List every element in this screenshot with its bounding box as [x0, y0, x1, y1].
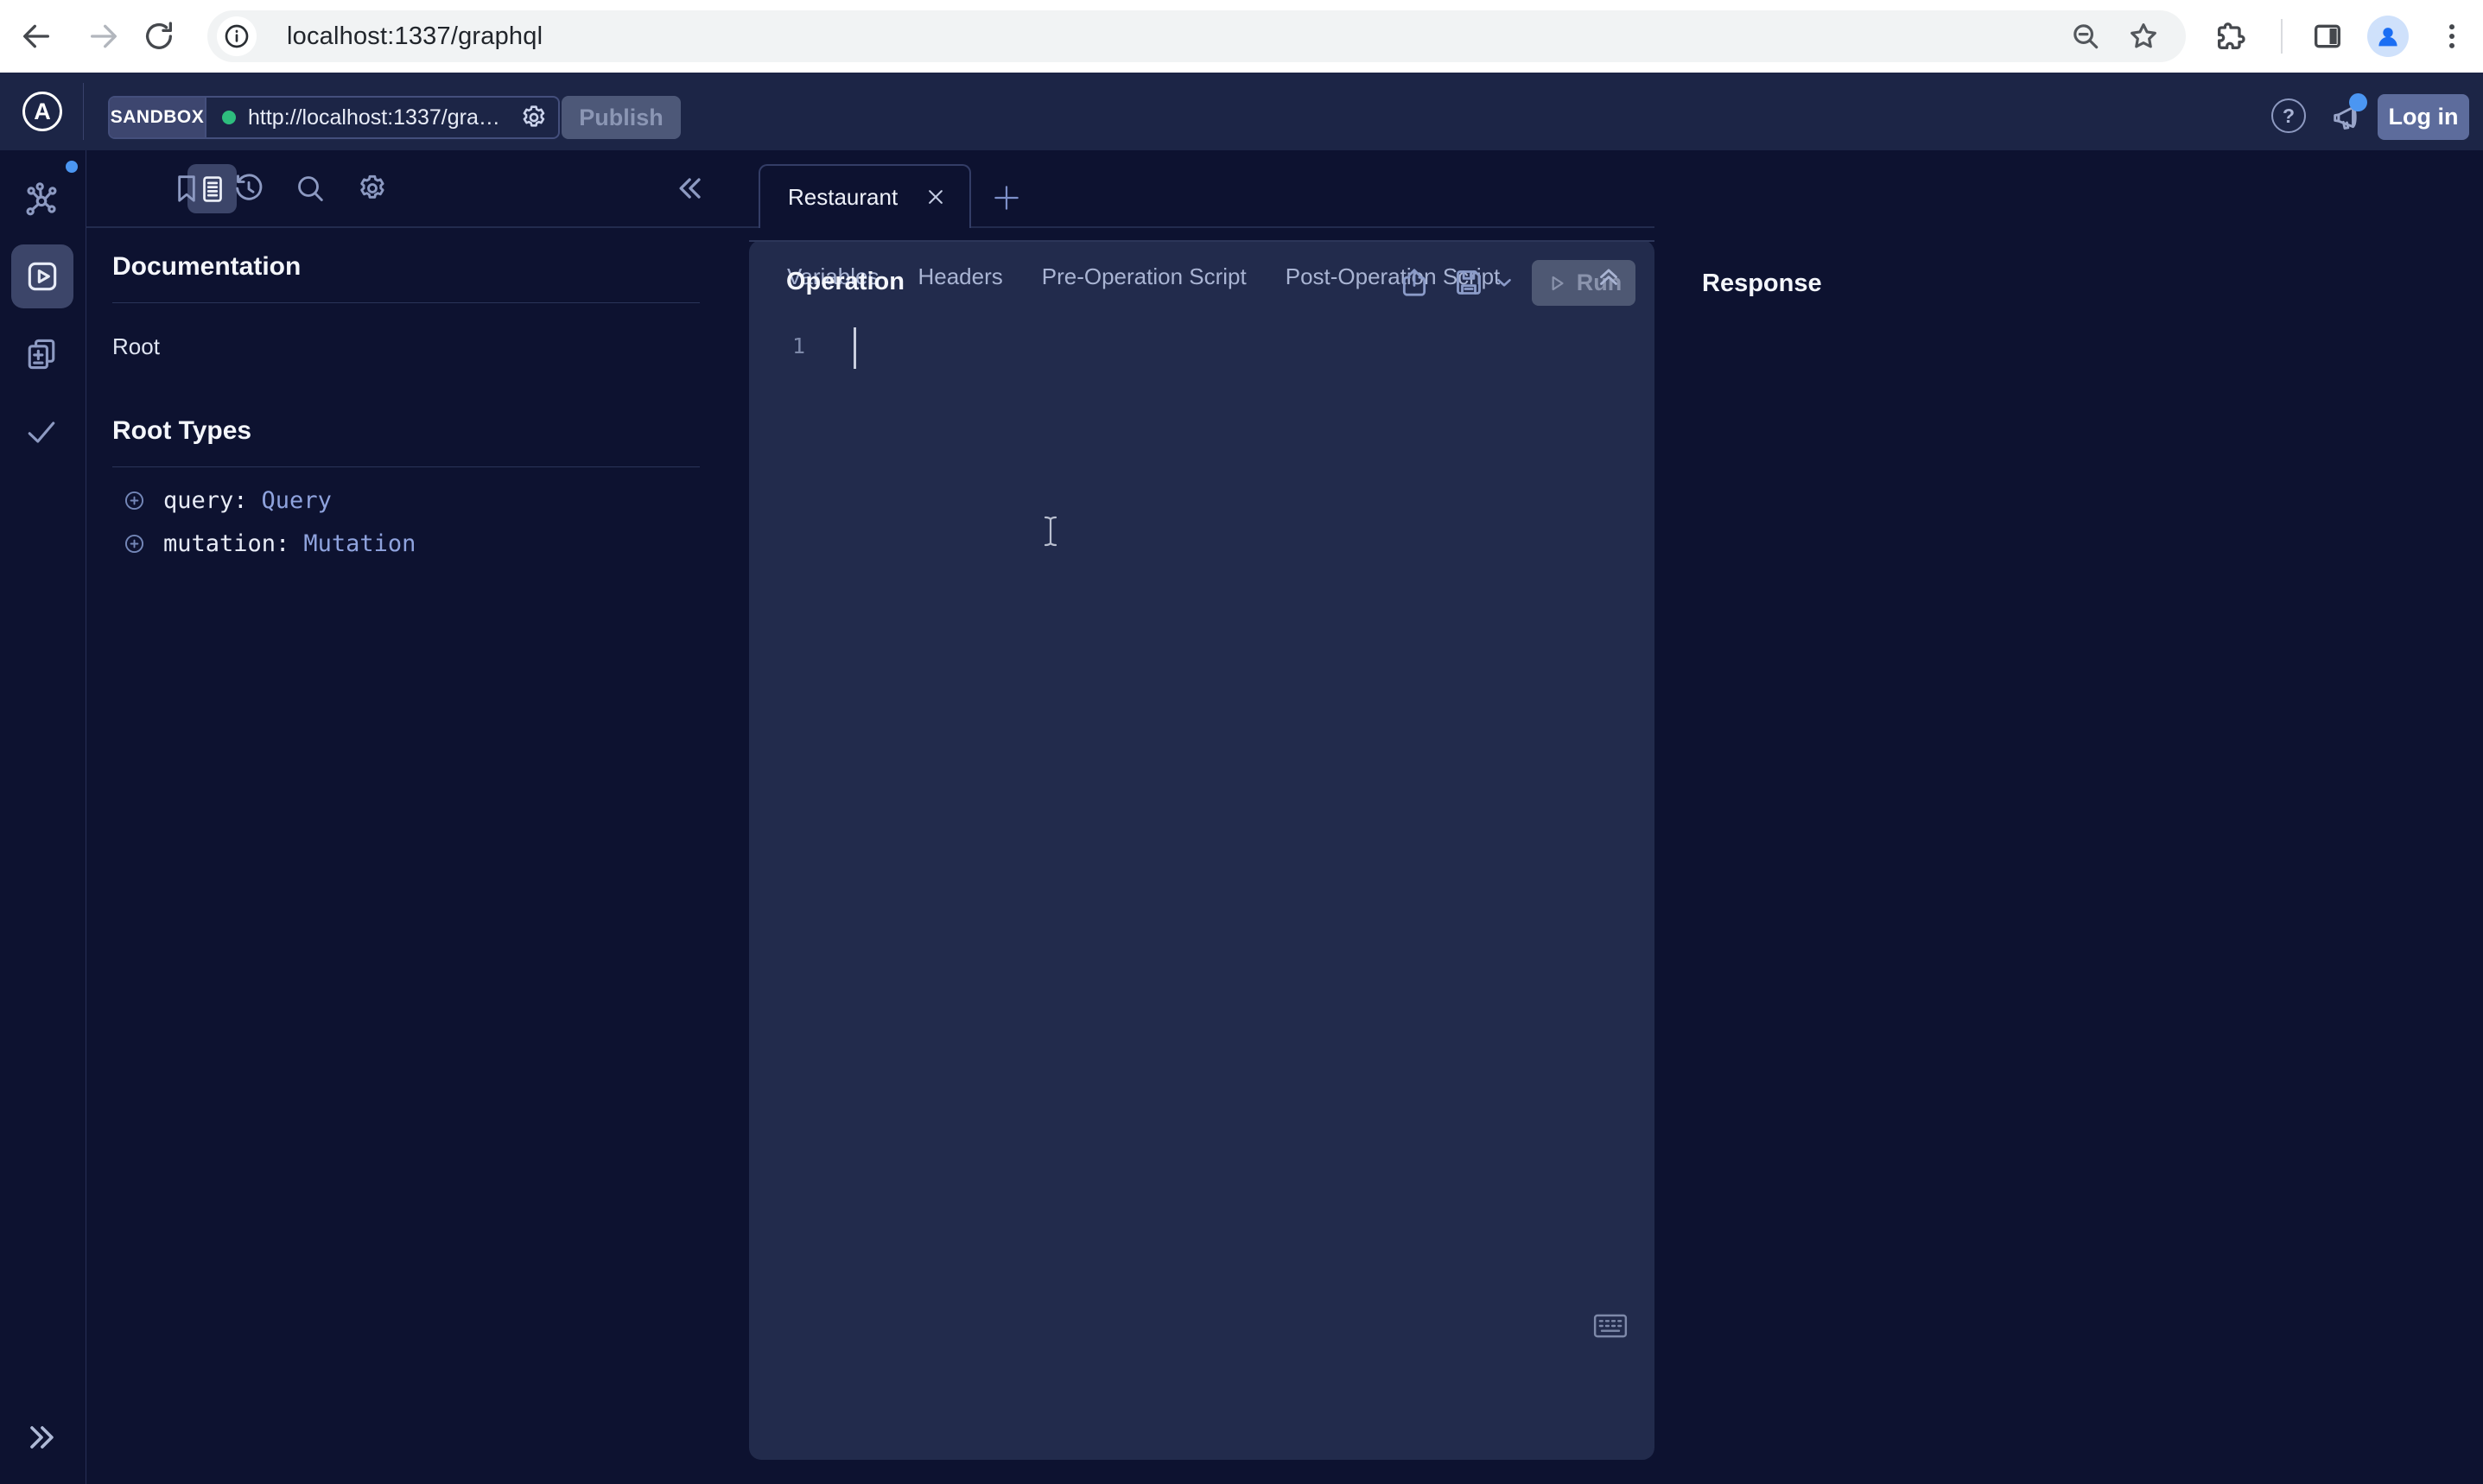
expand-rail-chevrons-icon[interactable] [22, 1418, 60, 1456]
profile-avatar-button[interactable] [2367, 16, 2409, 57]
footer-tab-pre-operation-script[interactable]: Pre-Operation Script [1042, 263, 1247, 290]
search-icon [293, 171, 327, 206]
operation-panel: Operation Run 1 Variables Headers Pre-Op… [749, 240, 1654, 1460]
browser-forward-button[interactable] [86, 19, 121, 54]
info-icon [223, 22, 251, 50]
root-type-row-mutation: mutation: Mutation [123, 530, 416, 557]
chevron-down-icon [1493, 271, 1515, 294]
endpoint-url-input[interactable]: http://localhost:1337/gra… [248, 105, 500, 130]
share-operation-button[interactable] [1397, 265, 1432, 300]
sandbox-badge: SANDBOX [110, 98, 206, 137]
tabbar-divider [971, 226, 1654, 228]
help-button[interactable]: ? [2271, 98, 2306, 133]
save-operation-button[interactable] [1451, 265, 1486, 300]
toolbar-separator [2281, 19, 2283, 54]
login-button[interactable]: Log in [2378, 94, 2469, 140]
field-name[interactable]: query: [163, 487, 248, 514]
divider [112, 466, 700, 467]
star-icon [2127, 20, 2160, 53]
field-type-link[interactable]: Mutation [303, 530, 416, 557]
response-title: Response [1702, 270, 1822, 298]
bookmark-page-button[interactable] [2127, 20, 2160, 53]
notification-dot [2349, 93, 2367, 111]
extensions-button[interactable] [2213, 19, 2248, 54]
endpoint-control: SANDBOX http://localhost:1337/gra… [108, 96, 560, 139]
arrow-left-icon [19, 19, 54, 54]
zoom-page-button[interactable] [2069, 20, 2102, 53]
browser-back-button[interactable] [19, 19, 54, 54]
sidebar-item-checks[interactable] [22, 413, 60, 451]
schema-notification-dot [66, 161, 78, 173]
nav-rail [0, 150, 86, 1484]
operation-editor[interactable] [835, 318, 1613, 1294]
apollo-logo[interactable]: A [22, 92, 62, 131]
side-panel-icon [2310, 19, 2345, 54]
field-name[interactable]: mutation: [163, 530, 289, 557]
connection-status-dot [222, 111, 236, 124]
kebab-menu-icon [2435, 19, 2469, 54]
collapse-docs-button[interactable] [673, 171, 708, 206]
add-field-plus-icon[interactable] [123, 532, 146, 555]
close-tab-icon[interactable] [923, 184, 949, 210]
reload-icon [142, 19, 176, 54]
line-number: 1 [792, 333, 805, 358]
add-field-plus-icon[interactable] [123, 489, 146, 512]
root-type-row-query: query: Query [123, 487, 332, 514]
docs-panel: Documentation Root Root Types query: Que… [86, 150, 730, 1484]
history-clock-icon [232, 171, 266, 206]
checkmark-icon [22, 413, 60, 451]
zoom-out-icon [2069, 20, 2102, 53]
footer-tab-headers[interactable]: Headers [918, 263, 1002, 290]
site-info-button[interactable] [217, 16, 257, 56]
explorer-play-icon [23, 257, 61, 295]
side-panel-button[interactable] [2310, 19, 2345, 54]
arrow-right-icon [86, 19, 121, 54]
expand-panel-chevrons-up-icon[interactable] [1594, 262, 1623, 291]
diff-documents-icon [22, 335, 60, 373]
browser-menu-button[interactable] [2435, 19, 2469, 54]
help-glyph: ? [2283, 105, 2295, 128]
save-options-button[interactable] [1493, 271, 1515, 294]
play-icon [1546, 272, 1568, 295]
tab-label: Restaurant [788, 184, 900, 211]
bookmark-icon [169, 171, 204, 206]
app-header: A SANDBOX http://localhost:1337/gra… Pub… [0, 73, 2483, 150]
keyboard-shortcuts-icon[interactable] [1593, 1313, 1628, 1339]
operation-title: Operation [786, 268, 905, 296]
workspace: Documentation Root Root Types query: Que… [0, 150, 2483, 1484]
sidebar-item-schema[interactable] [22, 181, 60, 219]
sidebar-item-changelog[interactable] [22, 335, 60, 373]
collapse-chevrons-icon [673, 171, 708, 206]
person-icon [2373, 22, 2403, 51]
divider [112, 302, 700, 303]
endpoint-settings-gear-icon[interactable] [518, 102, 549, 133]
tab-restaurant[interactable]: Restaurant [759, 164, 971, 228]
history-tab-button[interactable] [232, 171, 266, 206]
browser-toolbar: localhost:1337/graphql [0, 0, 2483, 73]
bookmarks-tab-button[interactable] [169, 171, 204, 206]
apollo-logo-letter: A [34, 98, 51, 125]
puzzle-icon [2213, 19, 2248, 54]
docs-root-link[interactable]: Root [112, 333, 160, 360]
mouse-cursor-ibeam [1041, 515, 1060, 548]
sidebar-item-explorer[interactable] [11, 244, 73, 308]
publish-button[interactable]: Publish [562, 96, 681, 139]
browser-reload-button[interactable] [142, 19, 176, 54]
graph-schema-icon [22, 181, 60, 219]
field-type-link[interactable]: Query [262, 487, 332, 514]
url-text[interactable]: localhost:1337/graphql [287, 10, 543, 62]
docs-title: Documentation [112, 252, 301, 282]
search-tab-button[interactable] [293, 171, 327, 206]
save-floppy-icon [1451, 265, 1486, 300]
address-bar[interactable]: localhost:1337/graphql [207, 10, 2186, 62]
header-divider [83, 83, 84, 140]
new-tab-plus-icon[interactable] [990, 181, 1023, 214]
share-icon [1397, 265, 1432, 300]
tabbar-divider [86, 226, 759, 228]
root-types-title: Root Types [112, 416, 251, 446]
settings-gear-icon [355, 171, 390, 206]
settings-tab-button[interactable] [355, 171, 390, 206]
